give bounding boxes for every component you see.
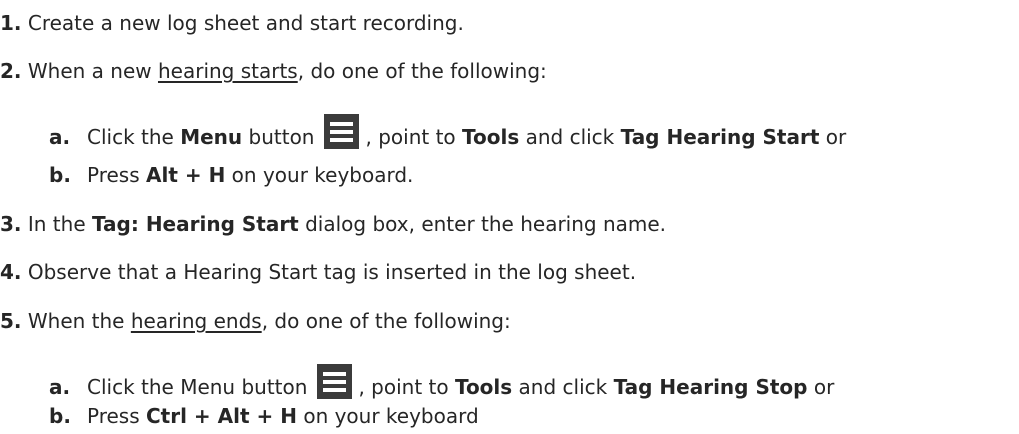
step-5a: a. Click the Menu button, point to Tools … — [49, 364, 834, 399]
step-text: , point to — [358, 375, 455, 399]
step-text: Click the — [87, 125, 181, 149]
step-3: 3. In the Tag: Hearing Start dialog box,… — [0, 212, 666, 236]
step-text: , do one of the following: — [297, 59, 547, 83]
step-text: In the — [21, 212, 92, 236]
tag-hearing-start-label: Tag Hearing Start — [620, 125, 820, 149]
step-2b: b. Press Alt + H on your keyboard. — [49, 163, 413, 187]
step-text: Create a new log sheet and start recordi… — [21, 11, 464, 35]
step-4: 4. Observe that a Hearing Start tag is i… — [0, 260, 636, 284]
step-text: , point to — [365, 125, 462, 149]
step-text: , do one of the following: — [261, 309, 511, 333]
step-text: When a new — [21, 59, 158, 83]
step-text: on your keyboard — [296, 404, 479, 428]
step-number: 1. — [0, 11, 22, 35]
menu-label: Menu — [180, 125, 243, 149]
step-2: 2. When a new hearing starts, do one of … — [0, 59, 547, 83]
step-text: Press — [87, 404, 146, 428]
step-5: 5. When the hearing ends, do one of the … — [0, 309, 511, 333]
step-number: 3. — [0, 212, 22, 236]
substep-letter: b. — [49, 404, 71, 428]
step-text: button — [242, 125, 315, 149]
step-text: When the — [21, 309, 131, 333]
step-text: Press — [87, 163, 146, 187]
step-text: or — [807, 375, 835, 399]
hearing-starts-link[interactable]: hearing starts — [158, 59, 298, 83]
step-text: Click the Menu button — [87, 375, 308, 399]
step-number: 5. — [0, 309, 22, 333]
step-text: on your keyboard. — [225, 163, 414, 187]
tools-label: Tools — [462, 125, 520, 149]
step-text: and click — [512, 375, 614, 399]
step-2a: a. Click the Menu button, point to Tools … — [49, 114, 846, 149]
tag-hearing-stop-label: Tag Hearing Stop — [613, 375, 808, 399]
step-text: dialog box, enter the hearing name. — [298, 212, 667, 236]
tools-label: Tools — [454, 375, 513, 399]
substep-letter: b. — [49, 163, 71, 187]
substep-letter: a. — [49, 125, 71, 149]
step-text: and click — [519, 125, 621, 149]
step-text: Observe that a Hearing Start tag is inse… — [21, 260, 637, 284]
substep-letter: a. — [49, 375, 71, 399]
step-5b: b. Press Ctrl + Alt + H on your keyboard — [49, 404, 479, 428]
shortcut-label: Ctrl + Alt + H — [146, 404, 297, 428]
shortcut-label: Alt + H — [146, 163, 226, 187]
hamburger-menu-icon — [324, 114, 360, 149]
step-1: 1. Create a new log sheet and start reco… — [0, 11, 464, 35]
hamburger-menu-icon — [317, 364, 353, 399]
dialog-name-label: Tag: Hearing Start — [91, 212, 299, 236]
step-number: 4. — [0, 260, 22, 284]
step-number: 2. — [0, 59, 22, 83]
hearing-ends-link[interactable]: hearing ends — [131, 309, 262, 333]
step-text: or — [819, 125, 847, 149]
